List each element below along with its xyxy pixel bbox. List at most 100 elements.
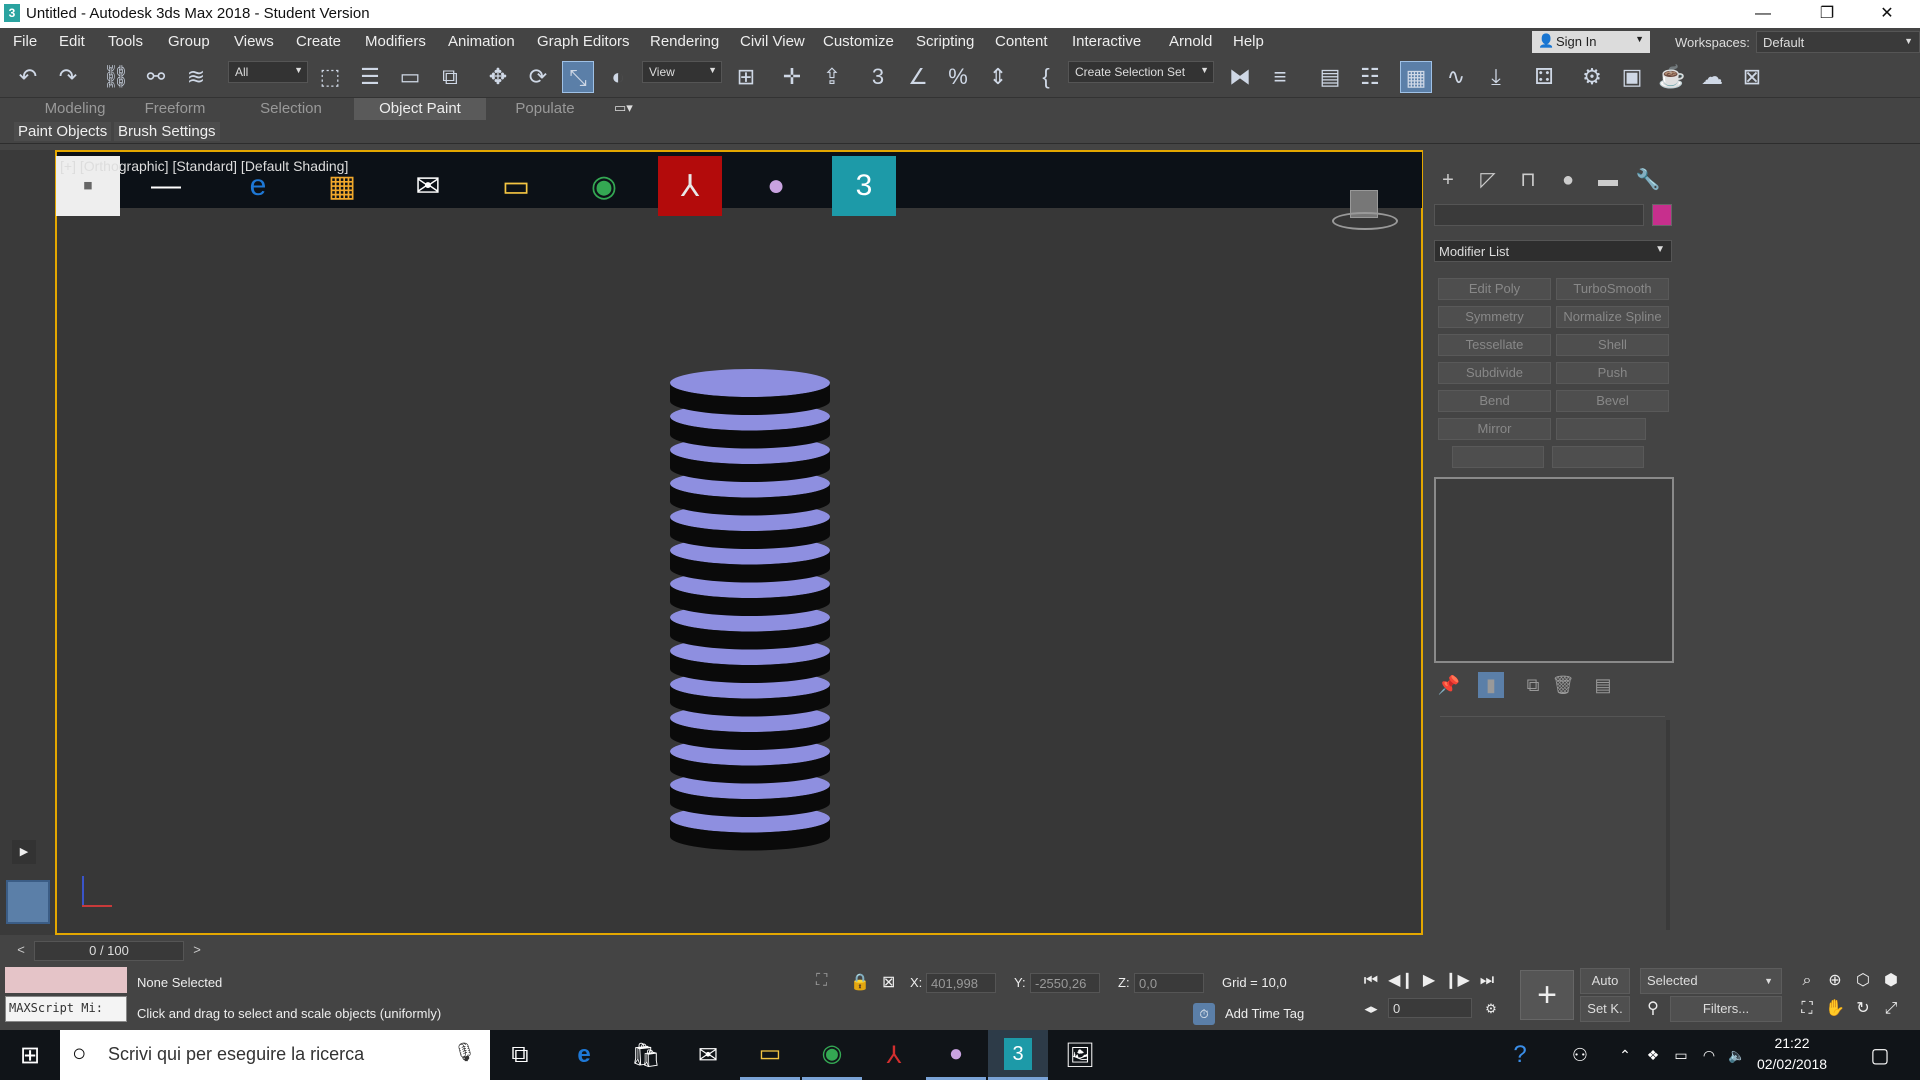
object-color-swatch[interactable] bbox=[1652, 204, 1672, 226]
layer-explorer-icon[interactable]: ☷ bbox=[1354, 61, 1386, 93]
scene-explorer-icon[interactable]: ▤ bbox=[1314, 61, 1346, 93]
filters-button[interactable]: Filters... bbox=[1670, 996, 1782, 1022]
modifier-bevel-button[interactable]: Bevel bbox=[1556, 390, 1669, 412]
paint-objects-button[interactable]: Paint Objects bbox=[14, 122, 112, 141]
percent-snap-icon[interactable]: % bbox=[942, 61, 974, 93]
link-icon[interactable]: ⛓ bbox=[100, 61, 132, 93]
play-icon[interactable]: ▶ bbox=[1416, 968, 1442, 994]
time-next-button[interactable]: > bbox=[188, 942, 206, 960]
current-frame-spinner[interactable]: 0 bbox=[1388, 998, 1472, 1018]
menu-graph-editors[interactable]: Graph Editors bbox=[537, 33, 630, 50]
modifier-empty-button[interactable] bbox=[1452, 446, 1544, 468]
rectangular-selection-icon[interactable]: ▭ bbox=[394, 61, 426, 93]
modifier-empty-button[interactable] bbox=[1556, 418, 1646, 440]
hierarchy-tab-icon[interactable]: ⊓ bbox=[1510, 167, 1546, 193]
window-crossing-icon[interactable]: ⧉ bbox=[434, 61, 466, 93]
maxscript-mini-listener[interactable]: MAXScript Mi: bbox=[5, 996, 127, 1022]
modifier-symmetry-button[interactable]: Symmetry bbox=[1438, 306, 1551, 328]
reference-coordinate-dropdown[interactable]: View ▼ bbox=[642, 61, 722, 83]
pivot-center-icon[interactable]: ⊞ bbox=[730, 61, 762, 93]
show-end-result-icon[interactable]: ▮ bbox=[1478, 672, 1504, 698]
time-slider-settings-icon[interactable]: ⚙ bbox=[1478, 996, 1504, 1022]
task-view-icon[interactable]: ⧉ bbox=[490, 1030, 550, 1080]
menu-interactive[interactable]: Interactive bbox=[1072, 33, 1141, 50]
menu-rendering[interactable]: Rendering bbox=[650, 33, 719, 50]
tab-freeform[interactable]: Freeform bbox=[130, 98, 220, 120]
viewport-label[interactable]: [+] [Orthographic] [Standard] [Default S… bbox=[60, 158, 348, 174]
next-frame-icon[interactable]: ❙▶ bbox=[1444, 968, 1470, 994]
maximize-viewport-icon[interactable]: ⤢ bbox=[1878, 996, 1904, 1022]
scale-icon[interactable]: ⤡ bbox=[562, 61, 594, 93]
microphone-icon[interactable]: 🎙 bbox=[453, 1042, 476, 1063]
keyboard-shortcut-override-icon[interactable]: ⇪ bbox=[816, 61, 848, 93]
lock-selection-icon[interactable]: 🔒 bbox=[850, 972, 870, 992]
select-by-name-icon[interactable]: ☰ bbox=[354, 61, 386, 93]
store-icon[interactable]: 🛍 bbox=[616, 1030, 676, 1080]
menu-arnold[interactable]: Arnold bbox=[1169, 33, 1212, 50]
modifier-edit-poly-button[interactable]: Edit Poly bbox=[1438, 278, 1551, 300]
menu-help[interactable]: Help bbox=[1233, 33, 1264, 50]
taskbar-clock[interactable]: 21:22 02/02/2018 bbox=[1752, 1033, 1832, 1075]
battery-icon[interactable]: ▭ bbox=[1668, 1030, 1694, 1080]
pin-stack-icon[interactable]: 📌 bbox=[1436, 672, 1462, 698]
spinner-snap-icon[interactable]: ⇕ bbox=[982, 61, 1014, 93]
schematic-view-icon[interactable]: ⤓ bbox=[1480, 61, 1512, 93]
edge-icon[interactable]: e bbox=[554, 1030, 614, 1080]
file-explorer-icon[interactable]: ▭ bbox=[740, 1030, 800, 1080]
menu-create[interactable]: Create bbox=[296, 33, 341, 50]
mirror-icon[interactable]: ⧓ bbox=[1224, 61, 1256, 93]
place-icon[interactable]: ◐ bbox=[602, 61, 634, 93]
modifier-subdivide-button[interactable]: Subdivide bbox=[1438, 362, 1551, 384]
modifier-bend-button[interactable]: Bend bbox=[1438, 390, 1551, 412]
tab-selection[interactable]: Selection bbox=[246, 98, 336, 120]
add-time-tag-button[interactable]: Add Time Tag bbox=[1225, 1006, 1304, 1021]
people-icon[interactable]: ⚇ bbox=[1560, 1030, 1600, 1080]
curve-editor-icon[interactable]: ∿ bbox=[1440, 61, 1472, 93]
unlink-icon[interactable]: ⚯ bbox=[140, 61, 172, 93]
viewport-layout-thumb[interactable] bbox=[6, 880, 50, 924]
spring-object[interactable] bbox=[660, 365, 840, 875]
time-configuration-icon[interactable]: ◂▸ bbox=[1358, 996, 1384, 1022]
time-slider[interactable]: 0 / 100 bbox=[34, 941, 184, 961]
mail-icon[interactable]: ✉ bbox=[678, 1030, 738, 1080]
github-icon[interactable]: ● bbox=[926, 1030, 986, 1080]
modifier-empty-button[interactable] bbox=[1552, 446, 1644, 468]
field-of-view-icon[interactable]: ⛶ bbox=[1794, 996, 1820, 1022]
modifier-mirror-button[interactable]: Mirror bbox=[1438, 418, 1551, 440]
rotate-icon[interactable]: ⟳ bbox=[522, 61, 554, 93]
menu-tools[interactable]: Tools bbox=[108, 33, 143, 50]
auto-key-button[interactable]: Auto bbox=[1580, 968, 1630, 994]
dropbox-icon[interactable]: ❖ bbox=[1640, 1030, 1666, 1080]
redo-icon[interactable]: ↷ bbox=[52, 61, 84, 93]
zoom-extents-all-icon[interactable]: ⬢ bbox=[1878, 968, 1904, 994]
volume-icon[interactable]: 🔈 bbox=[1724, 1030, 1750, 1080]
pan-icon[interactable]: ✋ bbox=[1822, 996, 1848, 1022]
ribbon-options-icon[interactable]: ▭▾ bbox=[614, 100, 633, 116]
menu-scripting[interactable]: Scripting bbox=[916, 33, 974, 50]
object-name-field[interactable] bbox=[1434, 204, 1644, 226]
orbit-icon[interactable]: ↻ bbox=[1850, 996, 1876, 1022]
configure-modifier-sets-icon[interactable]: ▤ bbox=[1590, 672, 1616, 698]
show-hidden-icons-icon[interactable]: ⌃ bbox=[1612, 1030, 1638, 1080]
select-manipulate-icon[interactable]: ✛ bbox=[776, 61, 808, 93]
menu-views[interactable]: Views bbox=[234, 33, 274, 50]
modifier-tessellate-button[interactable]: Tessellate bbox=[1438, 334, 1551, 356]
previous-frame-icon[interactable]: ◀❙ bbox=[1388, 968, 1414, 994]
move-icon[interactable]: ✥ bbox=[482, 61, 514, 93]
angle-snap-icon[interactable]: ∠ bbox=[902, 61, 934, 93]
panel-scrollbar[interactable] bbox=[1666, 720, 1670, 930]
workspace-dropdown[interactable]: Default ▼ bbox=[1756, 31, 1920, 53]
modifier-list-dropdown[interactable]: Modifier List ▼ bbox=[1434, 240, 1672, 262]
bind-space-warp-icon[interactable]: ≋ bbox=[180, 61, 212, 93]
absolute-mode-icon[interactable]: ⊠ bbox=[882, 972, 895, 992]
restore-button[interactable]: ❐ bbox=[1804, 0, 1850, 28]
selection-filter-dropdown[interactable]: All ▼ bbox=[228, 61, 308, 83]
time-tag-icon[interactable]: ⏱ bbox=[1193, 1003, 1215, 1025]
tab-modeling[interactable]: Modeling bbox=[30, 98, 120, 120]
sign-in-button[interactable]: 👤 Sign In ▼ bbox=[1532, 31, 1650, 53]
tab-object-paint[interactable]: Object Paint bbox=[354, 98, 486, 120]
motion-tab-icon[interactable]: ● bbox=[1550, 167, 1586, 193]
menu-file[interactable]: File bbox=[13, 33, 37, 50]
select-object-icon[interactable]: ⬚ bbox=[314, 61, 346, 93]
tab-populate[interactable]: Populate bbox=[500, 98, 590, 120]
